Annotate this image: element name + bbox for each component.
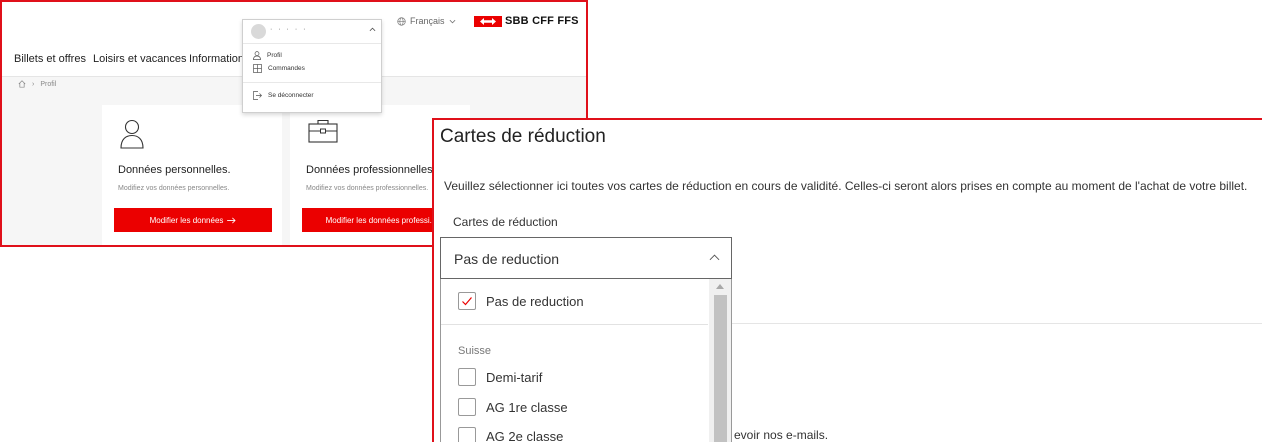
menu-item-orders[interactable]: Commandes: [253, 64, 305, 73]
personal-data-card: Données personnelles. Modifiez vos donné…: [102, 105, 282, 245]
checkbox[interactable]: [458, 368, 476, 386]
globe-icon: [397, 16, 406, 26]
scrollbar[interactable]: [709, 279, 731, 442]
section-divider: [732, 323, 1262, 324]
option-half-fare[interactable]: Demi-tarif: [458, 368, 542, 386]
menu-item-profile[interactable]: Profil: [253, 51, 282, 60]
option-no-reduction[interactable]: Pas de reduction: [458, 292, 584, 310]
user-icon: [120, 119, 144, 149]
breadcrumb-separator: ›: [32, 80, 35, 88]
button-label: Modifier les données professi...: [325, 215, 437, 225]
card-title: Données professionnelles.: [306, 164, 436, 176]
option-ga-first-class[interactable]: AG 1re classe: [458, 398, 568, 416]
sbb-logo-mark: [474, 15, 502, 27]
logo-text: SBB CFF FFS: [505, 15, 579, 27]
menu-item-label: Commandes: [268, 65, 305, 72]
option-label: Pas de reduction: [486, 293, 584, 309]
option-ga-second-class[interactable]: AG 2e classe: [458, 427, 563, 442]
user-menu-dropdown: · · · · · Profil Commandes Se déconnecte…: [242, 19, 382, 113]
reduction-options-list: Pas de reduction Suisse Demi-tarif AG 1r…: [440, 279, 732, 442]
nav-item-tickets[interactable]: Billets et offres: [14, 53, 86, 65]
logout-icon: [253, 91, 262, 100]
option-label: Demi-tarif: [486, 369, 543, 385]
checkbox[interactable]: [458, 398, 476, 416]
section-description: Veuillez sélectionner ici toutes vos car…: [444, 179, 1248, 193]
scroll-up-arrow-icon[interactable]: [716, 284, 724, 289]
home-icon[interactable]: [18, 80, 26, 88]
menu-item-logout[interactable]: Se déconnecter: [253, 91, 314, 100]
option-label: AG 2e classe: [486, 428, 564, 442]
orders-icon: [253, 64, 262, 73]
chevron-up-icon: [709, 254, 720, 261]
option-label: AG 1re classe: [486, 399, 568, 415]
reduction-cards-screenshot: Cartes de réduction Veuillez sélectionne…: [432, 118, 1262, 442]
nav-item-leisure[interactable]: Loisirs et vacances: [93, 53, 187, 65]
sbb-logo[interactable]: SBB CFF FFS: [474, 15, 579, 27]
checkmark-icon: [462, 297, 472, 306]
scrollbar-thumb[interactable]: [714, 295, 727, 442]
briefcase-icon: [308, 119, 338, 143]
option-divider: [441, 324, 708, 325]
card-subtitle: Modifiez vos données professionnelles.: [306, 185, 429, 192]
language-selector[interactable]: Français: [397, 16, 456, 26]
button-label: Modifier les données: [149, 215, 224, 225]
edit-personal-data-button[interactable]: Modifier les données: [114, 208, 272, 232]
menu-item-label: Se déconnecter: [268, 92, 314, 99]
checkbox[interactable]: [458, 292, 476, 310]
user-name: · · · · ·: [270, 26, 308, 33]
checkbox[interactable]: [458, 427, 476, 442]
avatar: [251, 24, 266, 39]
card-title: Données personnelles.: [118, 164, 231, 176]
arrow-right-icon: [227, 217, 237, 223]
section-title: Cartes de réduction: [440, 126, 606, 147]
selected-value: Pas de reduction: [454, 251, 560, 267]
breadcrumb: › Profil: [18, 80, 56, 88]
reduction-cards-select[interactable]: Pas de reduction: [440, 237, 732, 279]
menu-divider: [243, 82, 381, 83]
language-label: Français: [410, 16, 445, 26]
card-subtitle: Modifiez vos données personnelles.: [118, 185, 230, 192]
option-group-label: Suisse: [458, 345, 492, 357]
chevron-down-icon: [449, 19, 455, 23]
user-menu-toggle[interactable]: · · · · ·: [243, 20, 381, 44]
breadcrumb-current: Profil: [40, 80, 57, 88]
field-label: Cartes de réduction: [453, 215, 558, 229]
user-icon: [253, 51, 261, 60]
email-consent-text: evoir nos e-mails.: [734, 428, 829, 442]
chevron-up-icon: [369, 27, 376, 32]
menu-item-label: Profil: [267, 52, 282, 59]
nav-item-information[interactable]: Informations: [189, 53, 250, 65]
